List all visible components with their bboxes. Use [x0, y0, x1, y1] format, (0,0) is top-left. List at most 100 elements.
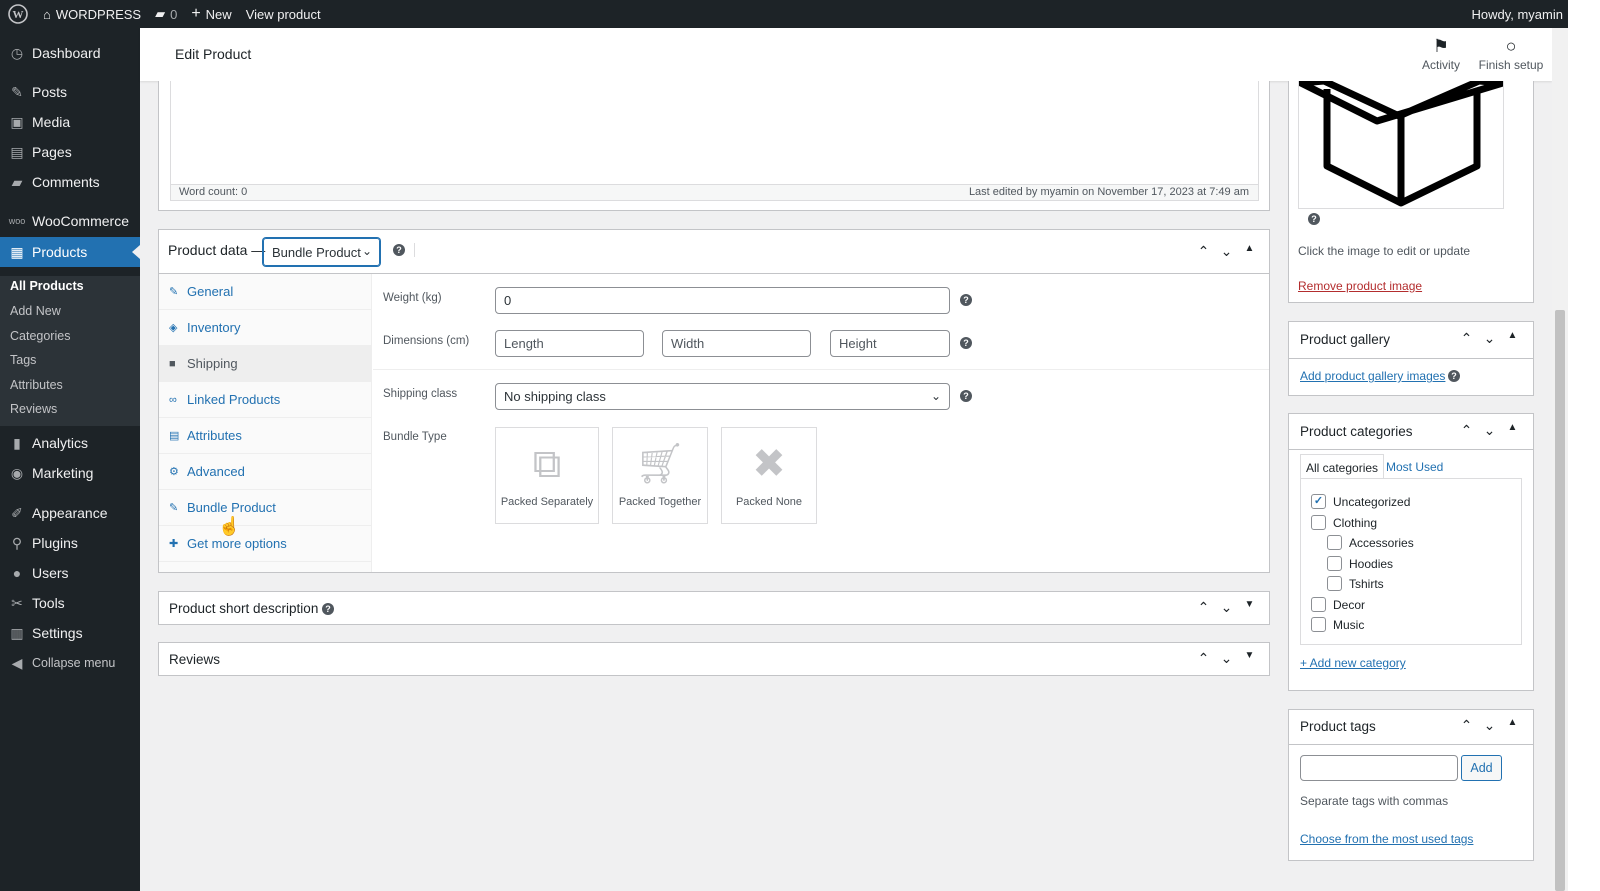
- sidebar-item-pages[interactable]: ▤ Pages: [0, 137, 140, 167]
- category-item-hoodies[interactable]: Hoodies: [1327, 556, 1393, 571]
- tab-attributes[interactable]: ▤ Attributes: [159, 418, 372, 454]
- height-input[interactable]: Height: [830, 330, 950, 357]
- move-up-icon[interactable]: ⌃: [1192, 243, 1215, 260]
- tab-bundle-product[interactable]: ✎ Bundle Product: [159, 490, 372, 526]
- weight-input[interactable]: 0: [495, 287, 950, 314]
- sidebar-item-posts[interactable]: ✎ Posts: [0, 77, 140, 107]
- sidebar-item-woocommerce[interactable]: woo WooCommerce: [0, 206, 140, 236]
- move-down-icon[interactable]: ⌄: [1478, 330, 1501, 347]
- move-up-icon[interactable]: ⌃: [1455, 717, 1478, 734]
- finish-setup-button[interactable]: ○ Finish setup: [1476, 36, 1546, 72]
- sidebar-item-comments[interactable]: ▰ Comments: [0, 167, 140, 197]
- new-content-link[interactable]: + New: [184, 0, 238, 28]
- tab-shipping[interactable]: ■ Shipping: [159, 346, 372, 382]
- bundle-type-packed-together[interactable]: 🛒︎ Packed Together: [612, 427, 708, 524]
- sidebar-item-plugins[interactable]: ⚲ Plugins: [0, 528, 140, 558]
- help-icon[interactable]: ?: [393, 244, 405, 256]
- product-type-value: Bundle Product: [272, 245, 361, 260]
- checkbox-checked[interactable]: ✓: [1311, 494, 1326, 509]
- remove-image-link[interactable]: Remove product image: [1298, 279, 1422, 293]
- tab-most-used[interactable]: Most Used: [1381, 454, 1448, 479]
- tag-input[interactable]: [1300, 755, 1458, 781]
- activity-button[interactable]: ⚑ Activity: [1406, 36, 1476, 72]
- site-name-link[interactable]: ⌂ WORDPRESS: [36, 0, 148, 28]
- category-item-tshirts[interactable]: Tshirts: [1327, 576, 1384, 591]
- submenu-reviews[interactable]: Reviews: [10, 402, 57, 416]
- tab-general[interactable]: ✎ General: [159, 274, 372, 310]
- length-input[interactable]: Length: [495, 330, 644, 357]
- add-new-category-link[interactable]: + Add new category: [1300, 656, 1406, 670]
- tab-label: General: [187, 284, 234, 299]
- sidebar-item-label: Tools: [32, 595, 65, 611]
- width-input[interactable]: Width: [662, 330, 811, 357]
- category-item-accessories[interactable]: Accessories: [1327, 535, 1414, 550]
- move-down-icon[interactable]: ⌄: [1215, 599, 1238, 616]
- submenu-all-products[interactable]: All Products: [10, 279, 84, 293]
- checkbox[interactable]: [1327, 576, 1342, 591]
- comments-link[interactable]: ▰ 0: [148, 0, 184, 28]
- tab-inventory[interactable]: ◈ Inventory: [159, 310, 372, 346]
- submenu-categories[interactable]: Categories: [10, 329, 70, 343]
- submenu-add-new[interactable]: Add New: [10, 304, 61, 318]
- product-type-select[interactable]: Bundle Product ⌄: [263, 238, 380, 266]
- checkbox[interactable]: [1311, 597, 1326, 612]
- category-item-decor[interactable]: Decor: [1311, 597, 1365, 612]
- content-editor[interactable]: [170, 81, 1259, 185]
- tab-linked-products[interactable]: ∞ Linked Products: [159, 382, 372, 418]
- help-icon[interactable]: ?: [1308, 213, 1320, 225]
- tab-all-categories[interactable]: All categories: [1300, 454, 1385, 479]
- home-icon: ⌂: [43, 6, 51, 22]
- collapse-menu-button[interactable]: ◀ Collapse menu: [0, 648, 140, 678]
- help-icon[interactable]: ?: [960, 390, 972, 402]
- help-icon[interactable]: ?: [322, 603, 334, 615]
- sidebar-item-media[interactable]: ▣ Media: [0, 107, 140, 137]
- move-up-icon[interactable]: ⌃: [1192, 650, 1215, 667]
- toggle-panel-icon[interactable]: ▼: [1238, 650, 1261, 667]
- tab-get-more-options[interactable]: ✚ Get more options: [159, 526, 372, 562]
- wordpress-logo-icon[interactable]: W: [0, 0, 36, 28]
- toggle-panel-icon[interactable]: ▲: [1501, 422, 1524, 439]
- toggle-panel-icon[interactable]: ▲: [1501, 717, 1524, 734]
- help-icon[interactable]: ?: [960, 294, 972, 306]
- sidebar-item-analytics[interactable]: ▮ Analytics: [0, 428, 140, 458]
- view-product-link[interactable]: View product: [239, 0, 328, 28]
- sidebar-item-tools[interactable]: ✂ Tools: [0, 588, 140, 618]
- sidebar-item-products[interactable]: ▦ Products: [0, 237, 140, 267]
- submenu-attributes[interactable]: Attributes: [10, 378, 63, 392]
- toggle-panel-icon[interactable]: ▼: [1238, 599, 1261, 616]
- scrollbar-thumb[interactable]: [1555, 310, 1565, 891]
- bundle-type-packed-none[interactable]: ✖ Packed None: [721, 427, 817, 524]
- help-icon[interactable]: ?: [960, 337, 972, 349]
- category-item-clothing[interactable]: Clothing: [1311, 515, 1377, 530]
- sidebar-item-users[interactable]: ● Users: [0, 558, 140, 588]
- move-down-icon[interactable]: ⌄: [1478, 422, 1501, 439]
- checkbox[interactable]: [1327, 556, 1342, 571]
- submenu-tags[interactable]: Tags: [10, 353, 36, 367]
- help-icon[interactable]: ?: [1448, 370, 1460, 382]
- add-gallery-images-link[interactable]: Add product gallery images: [1300, 369, 1445, 383]
- sidebar-item-marketing[interactable]: ◉ Marketing: [0, 458, 140, 488]
- checkbox[interactable]: [1311, 515, 1326, 530]
- sidebar-item-appearance[interactable]: ✐ Appearance: [0, 498, 140, 528]
- checkbox[interactable]: [1327, 535, 1342, 550]
- page-scrollbar[interactable]: [1552, 28, 1568, 891]
- move-down-icon[interactable]: ⌄: [1215, 650, 1238, 667]
- toggle-panel-icon[interactable]: ▲: [1501, 330, 1524, 347]
- sidebar-item-dashboard[interactable]: ◷ Dashboard: [0, 38, 140, 68]
- toggle-panel-icon[interactable]: ▲: [1238, 243, 1261, 260]
- move-up-icon[interactable]: ⌃: [1192, 599, 1215, 616]
- category-item-music[interactable]: Music: [1311, 617, 1364, 632]
- category-item-uncategorized[interactable]: ✓ Uncategorized: [1311, 494, 1410, 509]
- tab-advanced[interactable]: ⚙ Advanced: [159, 454, 372, 490]
- move-down-icon[interactable]: ⌄: [1215, 243, 1238, 260]
- add-tag-button[interactable]: Add: [1461, 755, 1502, 781]
- move-down-icon[interactable]: ⌄: [1478, 717, 1501, 734]
- choose-tags-link[interactable]: Choose from the most used tags: [1300, 832, 1473, 846]
- shipping-class-select[interactable]: No shipping class ⌄: [495, 383, 950, 410]
- bundle-type-packed-separately[interactable]: ⧉ Packed Separately: [495, 427, 599, 524]
- move-up-icon[interactable]: ⌃: [1455, 330, 1478, 347]
- move-up-icon[interactable]: ⌃: [1455, 422, 1478, 439]
- sidebar-item-settings[interactable]: ▥ Settings: [0, 618, 140, 648]
- product-image[interactable]: [1298, 81, 1504, 209]
- checkbox[interactable]: [1311, 617, 1326, 632]
